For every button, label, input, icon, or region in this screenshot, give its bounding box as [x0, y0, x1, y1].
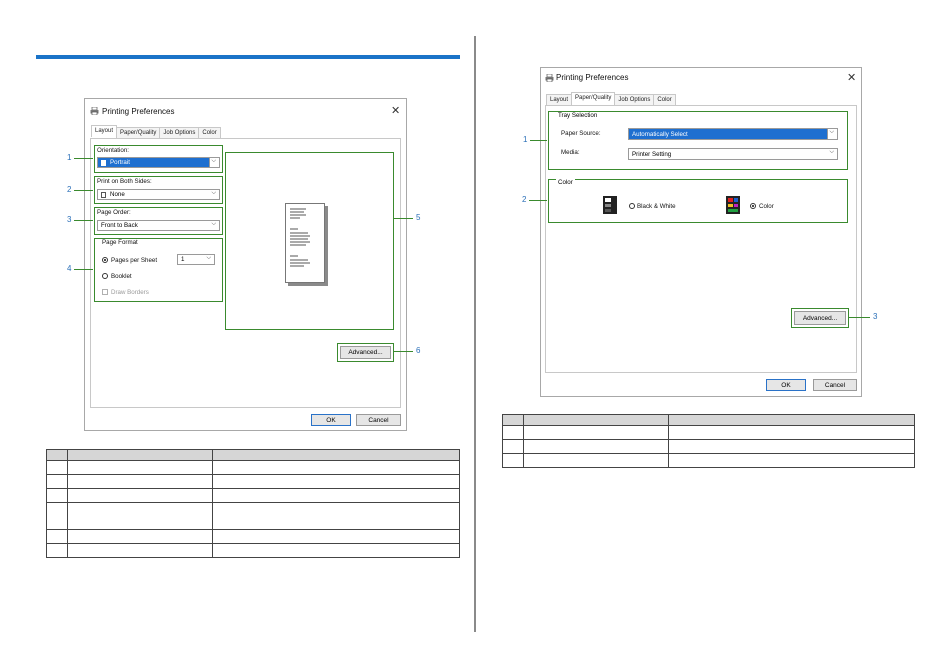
right-printing-preferences-dialog: Printing Preferences ✕ Layout Paper/Qual…: [540, 67, 862, 397]
black-white-printer-icon: [603, 196, 617, 214]
tab-paper-quality[interactable]: Paper/Quality: [571, 92, 616, 104]
paper-source-value: Automatically Select: [632, 130, 688, 138]
duplex-icon: [101, 191, 106, 198]
cancel-button[interactable]: Cancel: [813, 379, 857, 391]
table-row: [46, 460, 460, 475]
chevron-down-icon: ⌵: [211, 158, 216, 164]
right-reference-table: [502, 414, 915, 468]
pages-per-sheet-label: Pages per Sheet: [111, 257, 158, 264]
callout-line: [529, 200, 547, 201]
color-title: Color: [556, 179, 575, 186]
callout-line: [74, 158, 93, 159]
preview-text-lines: [290, 208, 310, 267]
callout-line: [530, 140, 547, 141]
booklet-label: Booklet: [111, 273, 132, 280]
table-row: [502, 425, 915, 440]
ok-button[interactable]: OK: [766, 379, 806, 391]
callout-number: 2: [522, 195, 527, 204]
page-order-select[interactable]: Front to Back ⌵: [97, 220, 220, 231]
print-both-sides-select[interactable]: None ⌵: [97, 189, 220, 200]
column-divider: [474, 36, 476, 632]
chevron-down-icon: ⌵: [829, 129, 834, 135]
table-row: [46, 474, 460, 489]
callout-number: 2: [67, 185, 72, 194]
left-reference-table: [46, 449, 460, 558]
printer-icon: [545, 74, 554, 82]
color-printer-icon: [726, 196, 740, 214]
color-group: [548, 179, 848, 223]
tab-layout[interactable]: Layout: [91, 125, 118, 137]
cancel-button[interactable]: Cancel: [356, 414, 401, 426]
callout-line: [848, 317, 870, 318]
print-both-sides-value: None: [110, 191, 125, 198]
table-row: [502, 439, 915, 454]
callout-number: 6: [416, 346, 421, 355]
section-accent-rule: [36, 55, 460, 59]
tray-selection-title: Tray Selection: [556, 112, 600, 119]
callout-number: 1: [67, 153, 72, 162]
chevron-down-icon: ⌵: [211, 190, 216, 196]
paper-source-label: Paper Source:: [561, 130, 601, 137]
booklet-radio[interactable]: [102, 273, 108, 279]
draw-borders-label: Draw Borders: [111, 289, 149, 296]
table-row: [46, 543, 460, 558]
media-label: Media:: [561, 149, 580, 156]
close-icon[interactable]: ✕: [847, 73, 856, 84]
ok-button[interactable]: OK: [311, 414, 351, 426]
pages-per-sheet-select[interactable]: 1 ⌵: [177, 254, 215, 265]
callout-number: 3: [67, 215, 72, 224]
chevron-down-icon: ⌵: [206, 255, 211, 261]
callout-number: 4: [67, 264, 72, 273]
black-white-radio[interactable]: [629, 203, 635, 209]
portrait-icon: [101, 159, 106, 166]
black-white-label: Black & White: [637, 203, 676, 210]
media-value: Printer Setting: [632, 150, 672, 158]
page-order-value: Front to Back: [101, 222, 138, 229]
callout-line: [74, 190, 93, 191]
page-format-title: Page Format: [102, 239, 138, 246]
table-header-row: [46, 449, 460, 461]
callout-line: [393, 351, 413, 352]
table-row: [46, 529, 460, 544]
preview-page: [285, 203, 325, 283]
page-order-label: Page Order:: [97, 209, 131, 216]
dialog-title: Printing Preferences: [556, 73, 629, 82]
callout-number: 3: [873, 312, 878, 321]
orientation-select[interactable]: Portrait ⌵: [97, 157, 220, 168]
paper-source-select[interactable]: Automatically Select ⌵: [628, 128, 838, 140]
advanced-button[interactable]: Advanced...: [340, 346, 391, 359]
orientation-value: Portrait: [110, 159, 130, 166]
pages-per-sheet-value: 1: [181, 256, 185, 263]
printer-icon: [90, 107, 99, 115]
print-both-sides-label: Print on Both Sides:: [97, 178, 152, 185]
media-select[interactable]: Printer Setting ⌵: [628, 148, 838, 160]
draw-borders-checkbox[interactable]: [102, 289, 108, 295]
table-row: [46, 502, 460, 530]
close-icon[interactable]: ✕: [391, 106, 400, 117]
advanced-button[interactable]: Advanced...: [794, 311, 846, 325]
callout-line: [393, 218, 413, 219]
callout-number: 5: [416, 213, 421, 222]
pages-per-sheet-radio[interactable]: [102, 257, 108, 263]
callout-line: [74, 220, 93, 221]
callout-number: 1: [523, 135, 528, 144]
callout-line: [74, 269, 93, 270]
left-printing-preferences-dialog: Printing Preferences ✕ Layout Paper/Qual…: [84, 98, 407, 431]
table-row: [502, 453, 915, 468]
orientation-label: Orientation:: [97, 147, 129, 154]
dialog-title: Printing Preferences: [102, 107, 175, 116]
chevron-down-icon: ⌵: [211, 221, 216, 227]
table-header-row: [502, 414, 915, 426]
chevron-down-icon: ⌵: [829, 149, 834, 155]
table-row: [46, 488, 460, 503]
tray-selection-group: [548, 111, 848, 170]
color-radio[interactable]: [750, 203, 756, 209]
color-radio-label: Color: [759, 203, 774, 210]
